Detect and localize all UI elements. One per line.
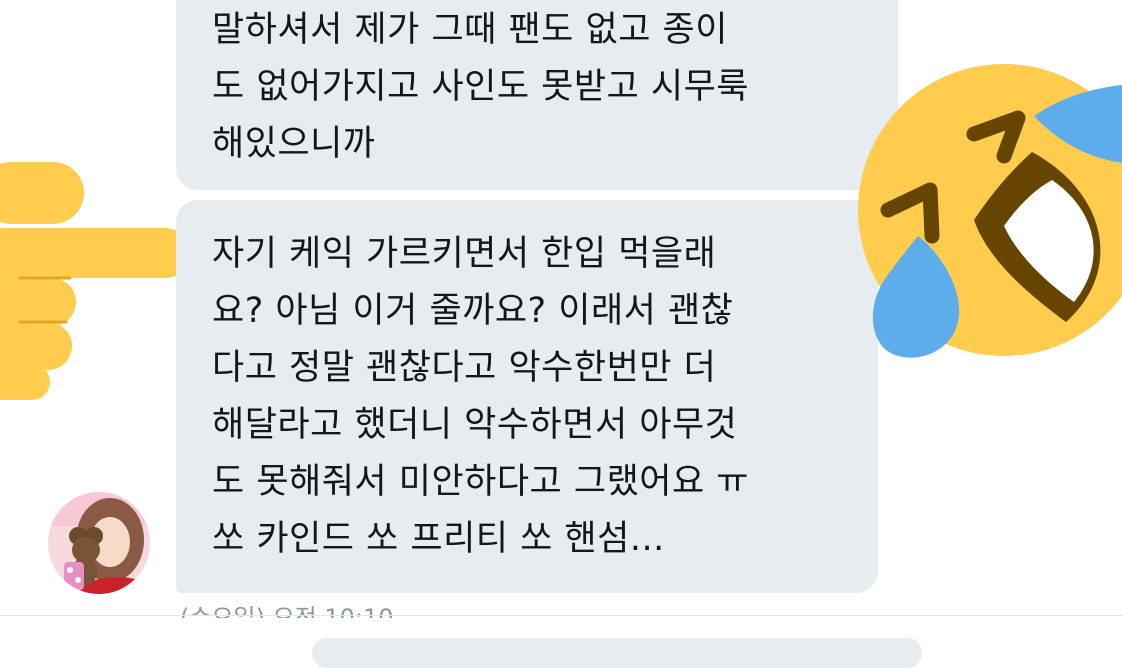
message-bubble-2: 자기 케익 가르키면서 한입 먹을래 요? 아님 이거 줄까요? 이래서 괜찮 …	[176, 200, 878, 593]
message-line: 도 없어가지고 사인도 못받고 시무룩	[212, 67, 750, 107]
message-line: 해있으니까	[212, 124, 376, 164]
message-line: 해달라고 했더니 악수하면서 아무것	[212, 405, 738, 445]
rolling-laughing-emoji-icon	[858, 64, 1122, 358]
pointing-hand-icon	[0, 162, 190, 400]
message-line: 요? 아님 이거 줄까요? 이래서 괜찮	[212, 291, 734, 331]
message-line: 도 못해줘서 미안하다고 그랬어요 ㅠ	[212, 462, 750, 502]
message-line: 말하셔서 제가 그때 팬도 없고 종이	[212, 10, 728, 50]
message-line: 다고 정말 괜찮다고 악수한번만 더	[212, 348, 717, 388]
sender-avatar[interactable]	[48, 492, 150, 594]
message-line: 자기 케익 가르키면서 한입 먹을래	[212, 234, 717, 274]
message-line: 쏘 카인드 쏘 프리티 쏘 핸섬...	[212, 519, 665, 559]
composer-divider	[0, 615, 1122, 616]
message-bubble-1: 말하셔서 제가 그때 팬도 없고 종이 도 없어가지고 사인도 못받고 시무룩 …	[176, 0, 898, 190]
